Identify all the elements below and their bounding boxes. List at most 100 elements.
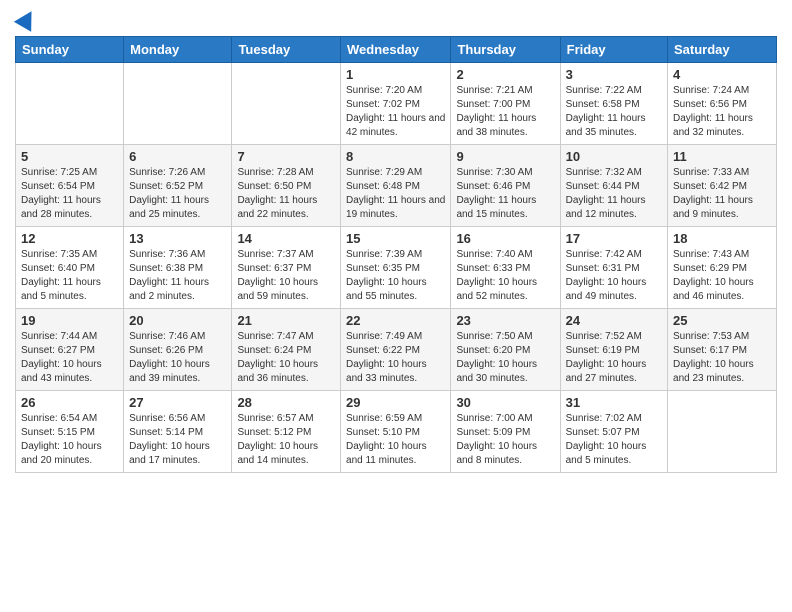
calendar-header-row: SundayMondayTuesdayWednesdayThursdayFrid…: [16, 37, 777, 63]
day-number: 4: [673, 67, 771, 82]
day-info: Sunrise: 7:20 AMSunset: 7:02 PMDaylight:…: [346, 84, 445, 140]
day-number: 30: [456, 395, 554, 410]
calendar-cell: 21 Sunrise: 7:47 AMSunset: 6:24 PMDayligh…: [232, 309, 341, 391]
calendar-cell: 20 Sunrise: 7:46 AMSunset: 6:26 PMDayligh…: [124, 309, 232, 391]
calendar-cell: 17 Sunrise: 7:42 AMSunset: 6:31 PMDayligh…: [560, 227, 667, 309]
day-info: Sunrise: 7:02 AMSunset: 5:07 PMDaylight:…: [566, 412, 662, 468]
calendar-cell: [668, 391, 777, 473]
calendar-cell: 15 Sunrise: 7:39 AMSunset: 6:35 PMDayligh…: [341, 227, 451, 309]
day-info: Sunrise: 7:26 AMSunset: 6:52 PMDaylight:…: [129, 166, 226, 222]
calendar-cell: 8 Sunrise: 7:29 AMSunset: 6:48 PMDaylight…: [341, 145, 451, 227]
calendar-cell: 25 Sunrise: 7:53 AMSunset: 6:17 PMDayligh…: [668, 309, 777, 391]
header: [15, 10, 777, 28]
logo-triangle-icon: [14, 6, 40, 32]
page: SundayMondayTuesdayWednesdayThursdayFrid…: [0, 0, 792, 483]
day-info: Sunrise: 7:30 AMSunset: 6:46 PMDaylight:…: [456, 166, 554, 222]
calendar-cell: 30 Sunrise: 7:00 AMSunset: 5:09 PMDayligh…: [451, 391, 560, 473]
calendar-cell: 31Sunrise: 7:02 AMSunset: 5:07 PMDayligh…: [560, 391, 667, 473]
calendar-header-sunday: Sunday: [16, 37, 124, 63]
calendar-cell: 23Sunrise: 7:50 AMSunset: 6:20 PMDayligh…: [451, 309, 560, 391]
calendar-cell: 1 Sunrise: 7:20 AMSunset: 7:02 PMDaylight…: [341, 63, 451, 145]
calendar-week-row-4: 19Sunrise: 7:44 AMSunset: 6:27 PMDayligh…: [16, 309, 777, 391]
day-number: 22: [346, 313, 445, 328]
day-number: 3: [566, 67, 662, 82]
day-info: Sunrise: 7:39 AMSunset: 6:35 PMDaylight:…: [346, 248, 445, 304]
day-info: Sunrise: 7:43 AMSunset: 6:29 PMDaylight:…: [673, 248, 771, 304]
day-number: 11: [673, 149, 771, 164]
day-info: Sunrise: 7:37 AMSunset: 6:37 PMDaylight:…: [237, 248, 335, 304]
day-number: 16: [456, 231, 554, 246]
day-number: 8: [346, 149, 445, 164]
calendar-cell: [16, 63, 124, 145]
logo: [15, 10, 37, 28]
day-info: Sunrise: 7:29 AMSunset: 6:48 PMDaylight:…: [346, 166, 445, 222]
calendar-cell: 5 Sunrise: 7:25 AMSunset: 6:54 PMDaylight…: [16, 145, 124, 227]
day-number: 12: [21, 231, 118, 246]
day-number: 21: [237, 313, 335, 328]
calendar-cell: [124, 63, 232, 145]
day-info: Sunrise: 7:24 AMSunset: 6:56 PMDaylight:…: [673, 84, 771, 140]
calendar-header-monday: Monday: [124, 37, 232, 63]
calendar-cell: 3 Sunrise: 7:22 AMSunset: 6:58 PMDaylight…: [560, 63, 667, 145]
day-info: Sunrise: 7:28 AMSunset: 6:50 PMDaylight:…: [237, 166, 335, 222]
calendar-header-tuesday: Tuesday: [232, 37, 341, 63]
day-info: Sunrise: 7:40 AMSunset: 6:33 PMDaylight:…: [456, 248, 554, 304]
day-info: Sunrise: 7:36 AMSunset: 6:38 PMDaylight:…: [129, 248, 226, 304]
day-info: Sunrise: 7:21 AMSunset: 7:00 PMDaylight:…: [456, 84, 554, 140]
day-info: Sunrise: 7:00 AMSunset: 5:09 PMDaylight:…: [456, 412, 554, 468]
calendar-cell: 6Sunrise: 7:26 AMSunset: 6:52 PMDaylight…: [124, 145, 232, 227]
day-number: 15: [346, 231, 445, 246]
calendar-table: SundayMondayTuesdayWednesdayThursdayFrid…: [15, 36, 777, 473]
day-info: Sunrise: 6:56 AMSunset: 5:14 PMDaylight:…: [129, 412, 226, 468]
day-info: Sunrise: 6:59 AMSunset: 5:10 PMDaylight:…: [346, 412, 445, 468]
calendar-cell: 22 Sunrise: 7:49 AMSunset: 6:22 PMDayligh…: [341, 309, 451, 391]
calendar-week-row-3: 12 Sunrise: 7:35 AMSunset: 6:40 PMDayligh…: [16, 227, 777, 309]
calendar-cell: 24Sunrise: 7:52 AMSunset: 6:19 PMDayligh…: [560, 309, 667, 391]
day-info: Sunrise: 7:25 AMSunset: 6:54 PMDaylight:…: [21, 166, 118, 222]
day-number: 19: [21, 313, 118, 328]
calendar-header-saturday: Saturday: [668, 37, 777, 63]
calendar-header-friday: Friday: [560, 37, 667, 63]
day-info: Sunrise: 7:49 AMSunset: 6:22 PMDaylight:…: [346, 330, 445, 386]
day-info: Sunrise: 7:32 AMSunset: 6:44 PMDaylight:…: [566, 166, 662, 222]
day-info: Sunrise: 7:53 AMSunset: 6:17 PMDaylight:…: [673, 330, 771, 386]
calendar-cell: 27 Sunrise: 6:56 AMSunset: 5:14 PMDayligh…: [124, 391, 232, 473]
day-number: 9: [456, 149, 554, 164]
calendar-header-wednesday: Wednesday: [341, 37, 451, 63]
day-number: 7: [237, 149, 335, 164]
day-info: Sunrise: 7:33 AMSunset: 6:42 PMDaylight:…: [673, 166, 771, 222]
day-number: 28: [237, 395, 335, 410]
day-number: 2: [456, 67, 554, 82]
day-number: 17: [566, 231, 662, 246]
calendar-cell: [232, 63, 341, 145]
day-info: Sunrise: 6:57 AMSunset: 5:12 PMDaylight:…: [237, 412, 335, 468]
day-info: Sunrise: 7:52 AMSunset: 6:19 PMDaylight:…: [566, 330, 662, 386]
calendar-header-thursday: Thursday: [451, 37, 560, 63]
calendar-cell: 7 Sunrise: 7:28 AMSunset: 6:50 PMDaylight…: [232, 145, 341, 227]
day-number: 10: [566, 149, 662, 164]
day-info: Sunrise: 7:46 AMSunset: 6:26 PMDaylight:…: [129, 330, 226, 386]
calendar-cell: 14Sunrise: 7:37 AMSunset: 6:37 PMDayligh…: [232, 227, 341, 309]
day-info: Sunrise: 7:22 AMSunset: 6:58 PMDaylight:…: [566, 84, 662, 140]
day-number: 1: [346, 67, 445, 82]
day-number: 23: [456, 313, 554, 328]
day-info: Sunrise: 7:42 AMSunset: 6:31 PMDaylight:…: [566, 248, 662, 304]
day-number: 27: [129, 395, 226, 410]
calendar-cell: 13Sunrise: 7:36 AMSunset: 6:38 PMDayligh…: [124, 227, 232, 309]
day-info: Sunrise: 6:54 AMSunset: 5:15 PMDaylight:…: [21, 412, 118, 468]
calendar-week-row-2: 5 Sunrise: 7:25 AMSunset: 6:54 PMDaylight…: [16, 145, 777, 227]
day-number: 20: [129, 313, 226, 328]
day-number: 25: [673, 313, 771, 328]
calendar-cell: 26 Sunrise: 6:54 AMSunset: 5:15 PMDayligh…: [16, 391, 124, 473]
calendar-week-row-5: 26 Sunrise: 6:54 AMSunset: 5:15 PMDayligh…: [16, 391, 777, 473]
calendar-cell: 16 Sunrise: 7:40 AMSunset: 6:33 PMDayligh…: [451, 227, 560, 309]
day-info: Sunrise: 7:47 AMSunset: 6:24 PMDaylight:…: [237, 330, 335, 386]
calendar-cell: 9 Sunrise: 7:30 AMSunset: 6:46 PMDaylight…: [451, 145, 560, 227]
calendar-week-row-1: 1 Sunrise: 7:20 AMSunset: 7:02 PMDaylight…: [16, 63, 777, 145]
day-info: Sunrise: 7:35 AMSunset: 6:40 PMDaylight:…: [21, 248, 118, 304]
calendar-cell: 4 Sunrise: 7:24 AMSunset: 6:56 PMDaylight…: [668, 63, 777, 145]
calendar-cell: 18Sunrise: 7:43 AMSunset: 6:29 PMDayligh…: [668, 227, 777, 309]
day-number: 5: [21, 149, 118, 164]
day-number: 26: [21, 395, 118, 410]
calendar-cell: 12 Sunrise: 7:35 AMSunset: 6:40 PMDayligh…: [16, 227, 124, 309]
